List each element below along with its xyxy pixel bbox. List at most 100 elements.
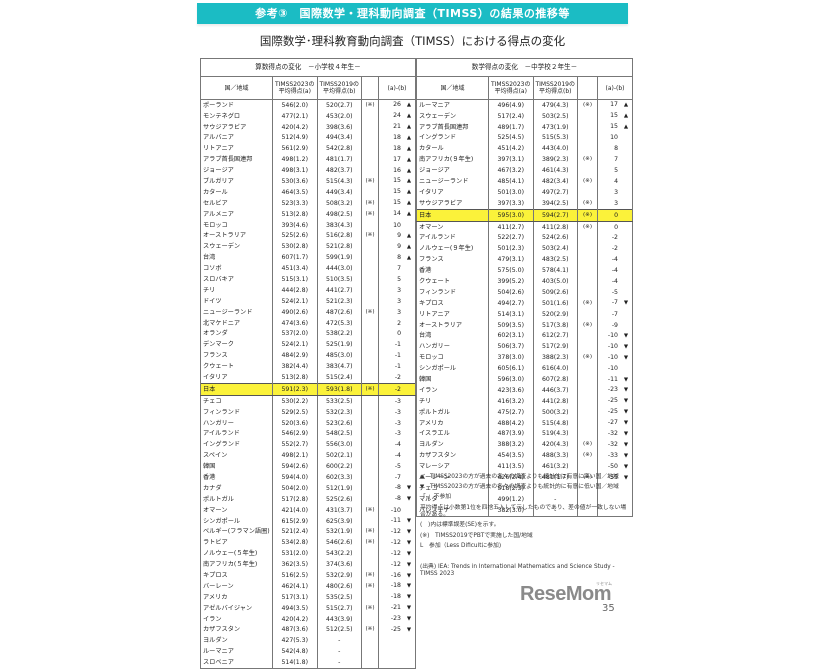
diff-cell: -4 (378, 450, 416, 462)
score-2019-cell: 517(2.9) (532, 341, 578, 353)
score-2019-cell: 515(2.4) (316, 372, 362, 384)
score-2019-cell: 473(1.9) (532, 121, 578, 133)
diff-cell: -9 (597, 319, 633, 331)
diff-cell: 3 (378, 306, 416, 318)
table-row: アルメニア 513(2.8) 498(2.5) (※) 14 (200, 208, 416, 220)
score-2023-cell: 546(2.9) (272, 428, 318, 440)
col-header-2023: TIMSS2023の 平均得点(a) (272, 76, 318, 100)
country-cell: セルビア (200, 198, 273, 209)
country-cell: カナダ (200, 483, 273, 495)
note-cell (577, 417, 598, 429)
score-2023-cell: 427(5.3) (272, 635, 318, 647)
diff-value: 7 (397, 265, 401, 273)
diff-cell: -10 (597, 352, 633, 364)
score-2019-cell: 515(5.3) (532, 132, 578, 144)
score-2019-cell: 461(3.2) (532, 461, 578, 473)
country-cell: リトアニア (416, 308, 489, 320)
page-subtitle: 国際数学･理科教育動向調査（TIMSS）における得点の変化 (259, 34, 566, 48)
diff-value: -3 (394, 430, 401, 438)
table-row: クウェート 399(5.2) 403(5.0) -4 (416, 276, 633, 288)
table-row: キプロス 516(2.5) 532(2.9) (※) -16 (200, 570, 416, 582)
diff-cell: -10 (597, 363, 633, 375)
country-cell: オーストラリア (416, 319, 489, 331)
table-row: マレーシア 411(3.5) 461(3.2) -50 (416, 461, 633, 473)
score-2023-cell: 594(2.6) (272, 461, 318, 473)
diff-cell: 21 (378, 121, 416, 133)
diff-cell: -12 (378, 559, 416, 571)
table-row: ベルギー(フラマン語圏) 521(2.4) 532(1.9) (※) -12 (200, 526, 416, 538)
note-cell (361, 372, 379, 384)
junior-high-math-table: 数学得点の変化 －中学校２年生－ 国／地域 TIMSS2023の 平均得点(a) … (416, 58, 633, 517)
table-row: デンマーク 524(2.1) 525(1.9) -1 (200, 339, 416, 351)
country-cell: カタール (416, 143, 489, 155)
table-row: フランス 484(2.9) 485(3.0) -1 (200, 350, 416, 362)
country-cell: イタリア (200, 372, 273, 384)
triangle-up-icon (405, 178, 413, 185)
diff-cell: -12 (378, 537, 416, 549)
note-cell: (※) (577, 298, 598, 309)
triangle-down-icon (622, 344, 630, 351)
page-number: 35 (602, 603, 615, 614)
table-row: ポルトガル 517(2.8) 525(2.6) -8 (200, 494, 416, 505)
triangle-up-icon (405, 157, 413, 164)
score-2023-cell: 515(3.1) (272, 274, 318, 286)
triangle-down-icon (405, 627, 413, 634)
diff-value: -8 (394, 484, 401, 492)
note-cell (577, 265, 598, 277)
triangle-up-icon: ▲ (420, 474, 425, 480)
country-cell: ニュージーランド (200, 306, 273, 318)
country-cell: フィンランド (416, 287, 489, 299)
note-cell (361, 461, 379, 473)
diff-cell: -50 (597, 461, 633, 473)
note-cell (361, 110, 379, 122)
note-cell: (※) (577, 176, 598, 188)
diff-cell: -10 (597, 341, 633, 353)
diff-value: -2 (394, 374, 401, 381)
table-row: イラン 423(3.6) 446(3.7) -23 (416, 385, 633, 397)
table-row: スロバキア 515(3.1) 510(3.5) 5 (200, 274, 416, 286)
score-2023-cell: 575(5.0) (488, 265, 534, 277)
table-row: フランス 479(3.1) 483(2.5) -4 (416, 254, 633, 266)
table-row: シンガポール 605(6.1) 616(4.0) -10 (416, 363, 633, 375)
country-cell: 韓国 (416, 374, 489, 386)
diff-value: -33 (607, 451, 618, 459)
triangle-up-icon (622, 124, 630, 131)
table-row: チリ 444(2.8) 441(2.7) 3 (200, 285, 416, 297)
diff-cell: -5 (378, 461, 416, 473)
score-2023-cell: 416(3.2) (488, 396, 534, 407)
diff-cell: 7 (378, 263, 416, 275)
country-cell: モロッコ (416, 352, 489, 364)
triangle-up-icon (622, 113, 630, 120)
table-row: ヨルダン 388(3.2) 420(4.3) (※) -32 (416, 439, 633, 451)
country-cell: アルバニア (200, 132, 273, 144)
score-2019-cell: 420(4.3) (532, 439, 578, 451)
diff-cell: -10 (597, 330, 633, 342)
legend: ▲ TIMSS2023の方が過去の各々の調査よりも統計的に有意に高い国／地域 ▼ T… (420, 474, 630, 553)
table-row: アゼルバイジャン 494(3.5) 515(2.7) (※) -21 (200, 602, 416, 614)
table-row: オマーン 421(4.0) 431(3.7) (※) -10 (200, 504, 416, 516)
triangle-up-icon (405, 113, 413, 120)
diff-cell: -32 (597, 439, 633, 451)
diff-cell: -8 (378, 494, 416, 505)
col-header-note (361, 76, 379, 100)
score-2023-cell: 411(2.7) (488, 221, 534, 233)
score-2023-cell: 524(2.1) (272, 296, 318, 307)
diff-cell: 2 (378, 317, 416, 329)
score-2019-cell: 519(4.3) (532, 428, 578, 440)
note-cell (361, 439, 379, 451)
diff-value: -4 (611, 256, 618, 264)
diff-cell: -3 (378, 406, 416, 418)
note-cell (361, 657, 379, 669)
score-2023-cell: 520(3.6) (272, 417, 318, 429)
country-cell: オマーン (200, 504, 273, 516)
country-cell: チリ (200, 285, 273, 297)
note-cell: (※) (361, 99, 379, 111)
diff-value: -50 (607, 462, 618, 470)
score-2023-cell: 388(3.2) (488, 439, 534, 451)
country-cell: フランス (200, 350, 273, 362)
table-row: イタリア 501(3.0) 497(2.7) 3 (416, 187, 633, 199)
triangle-down-icon (622, 300, 630, 307)
legend-up: ▲ TIMSS2023の方が過去の各々の調査よりも統計的に有意に高い国／地域 (420, 474, 619, 480)
diff-cell: -32 (597, 428, 633, 440)
country-cell: ノルウェー(９年生) (416, 243, 489, 255)
